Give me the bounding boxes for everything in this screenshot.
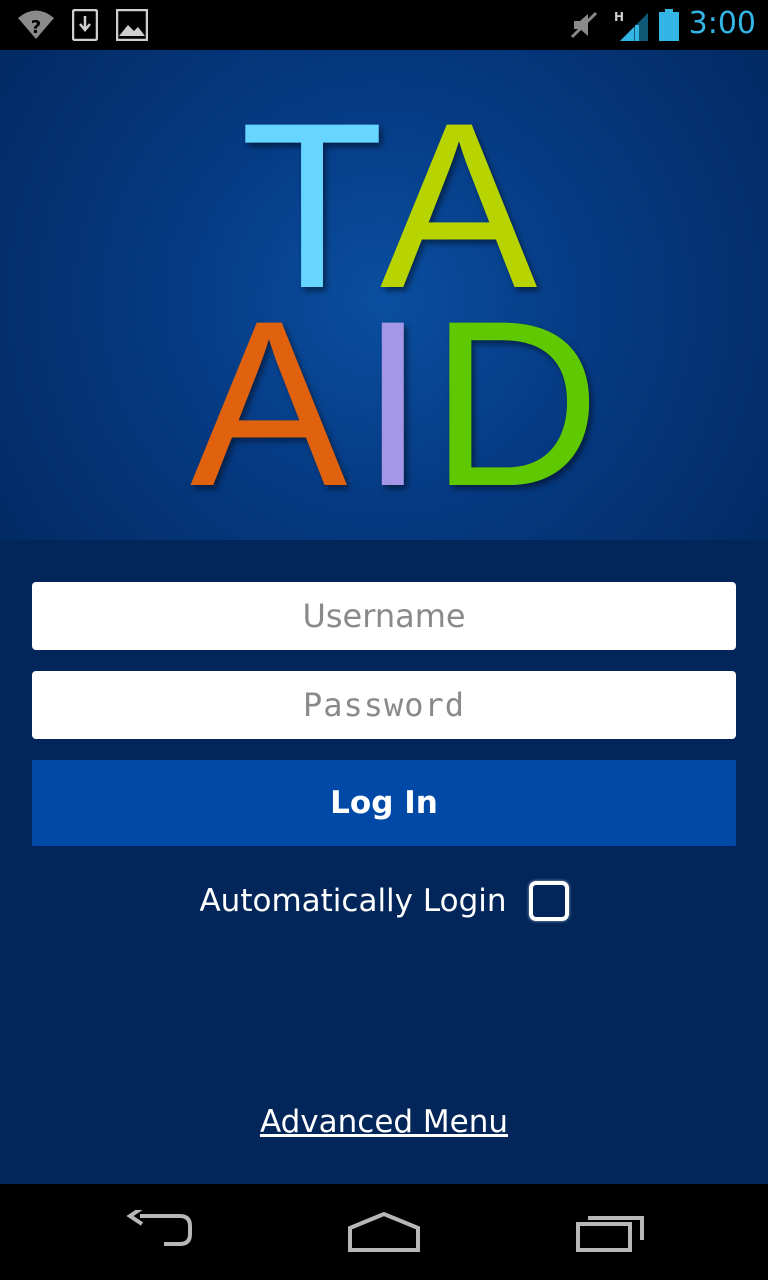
- logo-letter-d: D: [430, 272, 601, 536]
- navigation-bar: [0, 1184, 768, 1280]
- login-button-label: Log In: [330, 785, 438, 821]
- login-button[interactable]: Log In: [32, 760, 736, 846]
- svg-text:?: ?: [31, 17, 41, 38]
- mute-icon: [568, 9, 600, 45]
- password-placeholder: Password: [302, 686, 466, 724]
- ta-aid-logo: T A A I D: [0, 50, 768, 530]
- svg-text:H: H: [614, 10, 624, 24]
- download-icon: [71, 8, 99, 45]
- clock: 3:00: [688, 6, 756, 41]
- auto-login-checkbox[interactable]: [528, 881, 569, 921]
- advanced-menu-link[interactable]: Advanced Menu: [0, 1104, 768, 1140]
- gallery-icon: [115, 8, 149, 45]
- logo-letter-a: A: [190, 272, 348, 536]
- logo-letter-i: I: [360, 272, 426, 536]
- battery-icon: [658, 9, 680, 45]
- auto-login-label: Automatically Login: [199, 883, 507, 919]
- auto-login-row: Automatically Login: [0, 876, 768, 926]
- home-icon[interactable]: [346, 1210, 422, 1258]
- login-screen: T A A I D Username Password Log In Autom…: [0, 50, 768, 1184]
- password-input[interactable]: Password: [32, 671, 736, 739]
- recent-apps-icon[interactable]: [574, 1210, 646, 1258]
- username-input[interactable]: Username: [32, 582, 736, 650]
- username-placeholder: Username: [302, 597, 466, 635]
- signal-h-icon: H: [612, 9, 652, 47]
- wifi-question-icon: ?: [16, 9, 56, 45]
- back-icon[interactable]: [124, 1206, 196, 1258]
- status-bar: ? H 3:00: [0, 0, 768, 50]
